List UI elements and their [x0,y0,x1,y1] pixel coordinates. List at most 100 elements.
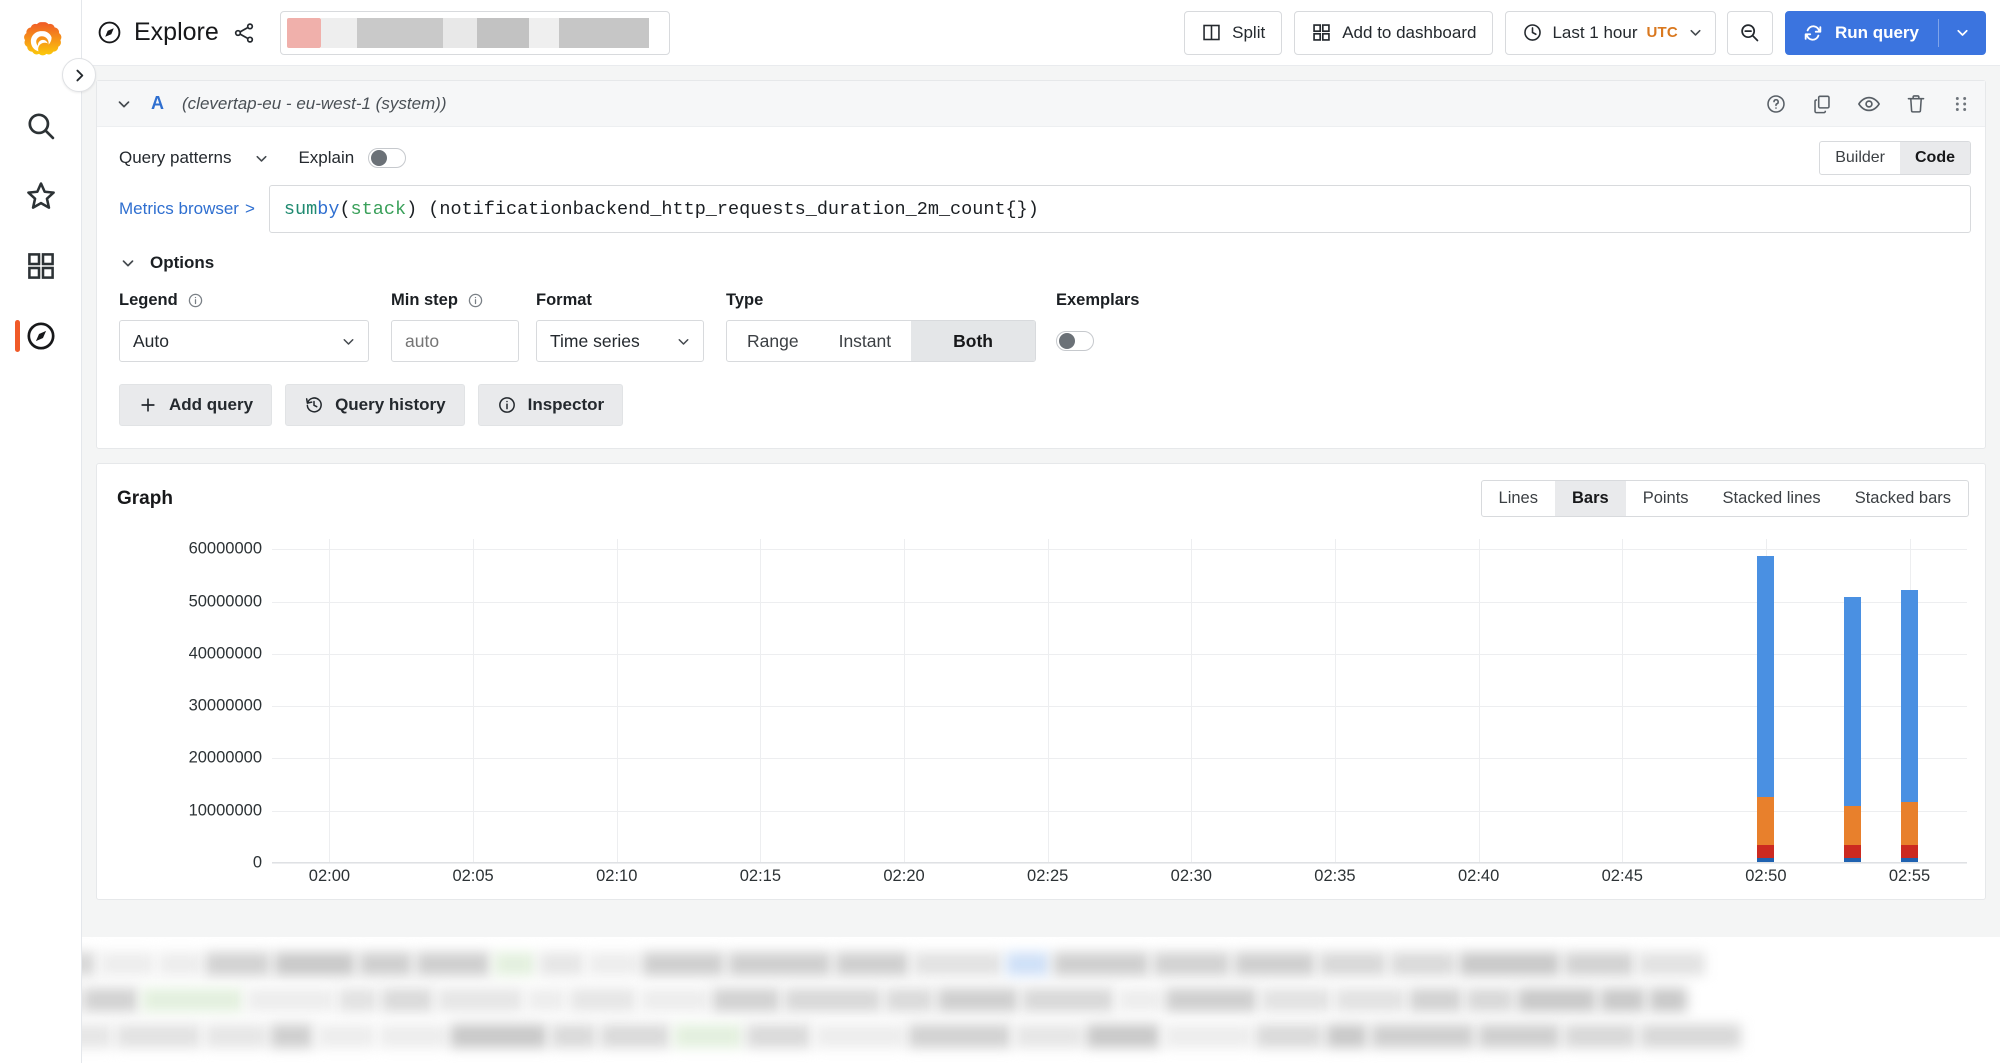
y-gridline [272,653,1967,655]
x-gridline [616,539,618,863]
y-axis-tick-label: 10000000 [188,801,262,820]
type-field-group: Type Range Instant Both [726,291,1056,362]
exemplars-toggle[interactable] [1056,331,1094,351]
plus-icon [141,398,155,412]
star-icon [26,182,55,209]
chevron-right-icon [75,69,83,81]
info-circle-icon[interactable] [467,292,484,309]
apps-grid-icon [27,253,54,279]
graph-mode-bars[interactable]: Bars [1554,481,1626,516]
token-openparen: ( [339,198,351,220]
time-zone-label: UTC [1646,24,1678,41]
split-button[interactable]: Split [1184,10,1283,55]
bar[interactable] [1757,556,1775,863]
options-section-header[interactable]: Options [97,233,1985,273]
zoom-out-icon [1741,24,1759,42]
editor-mode-code[interactable]: Code [1900,142,1970,174]
chevron-right-glyph: > [244,199,255,218]
sidebar-item-dashboards[interactable] [7,232,75,300]
zoom-out-button[interactable] [1726,10,1773,55]
expand-nav-button[interactable] [62,58,96,92]
redacted-segment [356,17,443,48]
url-breadcrumb-field[interactable] [279,10,670,55]
graph-mode-lines[interactable]: Lines [1482,481,1555,516]
run-query-button[interactable]: Run query [1784,10,1986,55]
explain-toggle[interactable] [368,148,407,168]
drag-handle-icon[interactable] [1951,93,1971,115]
min-step-input[interactable] [391,320,519,362]
add-to-dashboard-button[interactable]: Add to dashboard [1294,10,1494,55]
bar[interactable] [1843,596,1861,863]
metrics-browser-label: Metrics browser [119,199,239,218]
time-range-label: Last 1 hour [1552,22,1638,42]
copy-icon[interactable] [1811,93,1833,115]
bar[interactable] [1901,590,1919,863]
query-ref-id[interactable]: A [151,93,164,114]
chevron-down-icon[interactable] [115,95,133,113]
x-axis-tick-label: 02:15 [739,867,782,885]
y-gridline [272,706,1967,708]
graph-mode-stacked-lines[interactable]: Stacked lines [1706,481,1838,516]
help-icon[interactable] [1765,93,1787,115]
format-select[interactable]: Time series [536,320,704,362]
bar-segment [1757,556,1775,797]
query-history-button[interactable]: Query history [285,384,465,426]
search-icon [27,113,54,140]
min-step-label-wrap: Min step [391,291,536,310]
page-title: Explore [96,18,256,47]
time-range-picker[interactable]: Last 1 hour UTC [1505,10,1716,55]
bar-segment [1843,805,1861,846]
chevron-down-icon[interactable] [1954,24,1971,41]
x-axis-tick-label: 02:50 [1745,867,1787,885]
x-gridline [1191,539,1193,863]
bar-segment [1757,844,1775,859]
sync-refresh-icon [1804,24,1822,41]
x-axis-tick-label: 02:45 [1601,867,1643,885]
type-option-range[interactable]: Range [727,321,819,361]
y-axis-tick-label: 0 [252,853,262,872]
chevron-down-icon [678,338,689,345]
sidebar-item-explore[interactable] [7,302,75,370]
bar-segment [1901,590,1919,802]
token-stack: stack [350,198,407,220]
add-query-button[interactable]: Add query [119,384,273,426]
promql-code-input[interactable]: sum by (stack) (notificationbackend_http… [268,185,1971,233]
type-radio-group: Range Instant Both [726,320,1036,362]
graph-mode-stacked-bars[interactable]: Stacked bars [1838,481,1968,516]
toggle-knob [1059,333,1075,349]
legend-select[interactable]: Auto [119,320,369,362]
info-circle-icon[interactable] [187,292,204,309]
chevron-down-icon [256,155,267,162]
y-axis-tick-label: 40000000 [188,644,262,663]
graph-mode-group: Lines Bars Points Stacked lines Stacked … [1480,480,1969,517]
x-gridline [1334,539,1336,863]
clock-icon [1524,24,1542,41]
y-axis-tick-label: 50000000 [188,592,262,611]
graph-mode-points[interactable]: Points [1626,481,1706,516]
plot-canvas[interactable] [272,539,1967,864]
x-axis-tick-label: 02:20 [883,867,925,885]
legend-value: Auto [133,330,169,351]
type-label-wrap: Type [726,291,1056,310]
sidebar-item-search[interactable] [7,92,75,160]
grafana-logo-icon[interactable] [15,16,67,68]
editor-mode-builder[interactable]: Builder [1820,142,1900,174]
explain-control[interactable]: Explain [298,148,407,168]
trash-icon[interactable] [1905,93,1927,115]
eye-icon[interactable] [1857,92,1881,116]
legend-label-wrap: Legend [119,291,391,310]
metrics-browser-button[interactable]: Metrics browser > [119,199,255,219]
inspector-button[interactable]: Inspector [477,384,624,426]
query-patterns-button[interactable]: Query patterns [119,148,270,168]
exemplars-field-group: Exemplars [1056,291,1139,362]
x-gridline [1622,539,1624,863]
graph-panel: Graph Lines Bars Points Stacked lines St… [0,463,2000,1063]
type-option-both[interactable]: Both [911,321,1035,361]
share-nodes-icon[interactable] [232,21,256,45]
graph-plot-area[interactable]: 0 10000000 20000000 30000000 40000000 5000000… [97,539,1985,899]
min-step-label: Min step [391,291,458,309]
sidebar-item-starred[interactable] [7,162,75,230]
type-option-instant[interactable]: Instant [819,321,912,361]
x-axis-tick-label: 02:05 [452,867,494,885]
y-axis-tick-label: 30000000 [188,696,262,715]
